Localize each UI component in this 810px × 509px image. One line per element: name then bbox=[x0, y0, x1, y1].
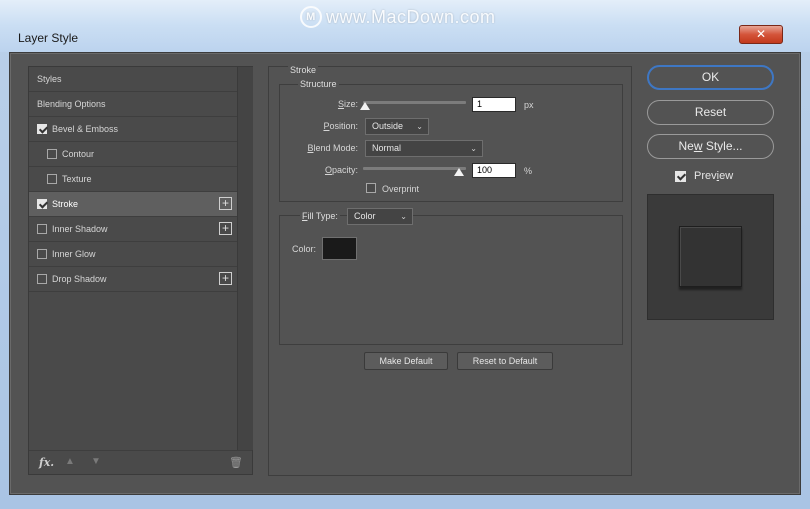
reset-to-default-button[interactable]: Reset to Default bbox=[457, 352, 553, 370]
styles-item-label: Styles bbox=[37, 74, 62, 84]
position-label: Position: bbox=[323, 121, 358, 131]
watermark-text: www.MacDown.com bbox=[326, 6, 496, 27]
structure-group-title: Structure bbox=[298, 79, 339, 89]
preview-label-pre: Prev bbox=[694, 170, 717, 182]
opacity-slider-track[interactable] bbox=[363, 167, 466, 170]
styles-item-label: Drop Shadow bbox=[52, 274, 107, 284]
styles-item-inner-glow[interactable]: Inner Glow bbox=[29, 242, 237, 267]
position-select[interactable]: Outside ⌄ bbox=[365, 118, 429, 135]
size-label: Size: bbox=[337, 99, 358, 109]
move-up-icon[interactable]: ▲ bbox=[65, 456, 75, 467]
styles-item-styles[interactable]: Styles bbox=[29, 67, 237, 92]
close-icon: ✕ bbox=[755, 27, 767, 41]
stroke-group-title: Stroke bbox=[288, 65, 319, 75]
inner-shadow-checkbox[interactable] bbox=[37, 224, 47, 234]
add-drop-shadow-plus-icon[interactable]: + bbox=[219, 272, 232, 285]
styles-item-contour[interactable]: Contour bbox=[29, 142, 237, 167]
styles-list: Styles Blending Options Bevel & Emboss C… bbox=[29, 67, 237, 450]
opacity-label: Opacity: bbox=[324, 165, 358, 175]
close-button[interactable]: ✕ bbox=[739, 25, 783, 44]
window-title: Layer Style bbox=[18, 31, 79, 45]
preview-label-post: ew bbox=[719, 170, 734, 182]
watermark-logo: M bbox=[300, 6, 322, 28]
contour-checkbox[interactable] bbox=[47, 149, 57, 159]
styles-item-bevel-emboss[interactable]: Bevel & Emboss bbox=[29, 117, 237, 142]
fx-dot: . bbox=[50, 456, 55, 469]
size-slider-thumb[interactable] bbox=[360, 102, 370, 110]
trash-icon[interactable]: 🗑 bbox=[229, 456, 243, 469]
ok-button[interactable]: OK bbox=[647, 65, 774, 90]
add-stroke-plus-icon[interactable]: + bbox=[219, 197, 232, 210]
reset-button[interactable]: Reset bbox=[647, 100, 774, 125]
texture-checkbox[interactable] bbox=[47, 174, 57, 184]
window-frame: M www.MacDown.com Layer Style ✕ Styles B… bbox=[0, 0, 810, 509]
blend-mode-label: Blend Mode: bbox=[307, 143, 358, 153]
bevel-emboss-checkbox[interactable] bbox=[37, 124, 47, 134]
styles-item-blending-options[interactable]: Blending Options bbox=[29, 92, 237, 117]
styles-panel: Styles Blending Options Bevel & Emboss C… bbox=[28, 66, 253, 475]
move-down-icon[interactable]: ▼ bbox=[91, 456, 101, 467]
size-input[interactable]: 1 bbox=[472, 97, 516, 112]
new-style-label-pre: Ne bbox=[678, 139, 694, 153]
fx-icon[interactable]: fx. bbox=[39, 456, 54, 469]
styles-item-drop-shadow[interactable]: Drop Shadow + bbox=[29, 267, 237, 292]
chevron-down-icon: ⌄ bbox=[416, 122, 423, 131]
chevron-down-icon: ⌄ bbox=[400, 212, 407, 221]
fill-type-select[interactable]: Color ⌄ bbox=[347, 208, 413, 225]
dialog-body: Styles Blending Options Bevel & Emboss C… bbox=[9, 52, 801, 495]
styles-item-label: Inner Glow bbox=[52, 249, 96, 259]
drop-shadow-checkbox[interactable] bbox=[37, 274, 47, 284]
styles-item-label: Bevel & Emboss bbox=[52, 124, 119, 134]
styles-list-scrollbar[interactable] bbox=[237, 67, 253, 450]
make-default-button[interactable]: Make Default bbox=[364, 352, 448, 370]
position-value: Outside bbox=[372, 121, 404, 131]
new-style-label-post: Style... bbox=[702, 139, 743, 153]
watermark: M www.MacDown.com bbox=[300, 6, 496, 28]
styles-item-stroke[interactable]: Stroke + bbox=[29, 192, 237, 217]
stroke-panel: Stroke Structure Size: 1 px Position: Ou… bbox=[268, 65, 632, 476]
style-preview bbox=[647, 194, 774, 320]
styles-item-texture[interactable]: Texture bbox=[29, 167, 237, 192]
stroke-color-swatch[interactable] bbox=[322, 237, 357, 260]
fill-type-value: Color bbox=[354, 211, 376, 221]
styles-footer: fx. ▲ ▼ 🗑 bbox=[29, 450, 252, 474]
size-unit: px bbox=[524, 100, 534, 110]
blend-mode-select[interactable]: Normal ⌄ bbox=[365, 140, 483, 157]
overprint-checkbox[interactable] bbox=[366, 183, 376, 193]
styles-item-label: Texture bbox=[62, 174, 92, 184]
preview-thumbnail bbox=[679, 226, 742, 287]
opacity-slider-thumb[interactable] bbox=[454, 168, 464, 176]
styles-item-label: Blending Options bbox=[37, 99, 106, 109]
fill-type-label: Fill Type: bbox=[300, 211, 340, 221]
opacity-input[interactable]: 100 bbox=[472, 163, 516, 178]
color-label: Color: bbox=[292, 244, 317, 254]
styles-item-label: Inner Shadow bbox=[52, 224, 108, 234]
structure-group: Structure Size: 1 px Position: Outside ⌄… bbox=[279, 79, 623, 202]
new-style-label-underlined: w bbox=[693, 139, 703, 153]
overprint-label: Overprint bbox=[382, 184, 420, 194]
stroke-checkbox[interactable] bbox=[37, 199, 47, 209]
size-slider-track[interactable] bbox=[363, 101, 466, 104]
fx-label: fx bbox=[39, 456, 51, 469]
chevron-down-icon: ⌄ bbox=[470, 144, 477, 153]
opacity-unit: % bbox=[524, 166, 533, 176]
styles-item-inner-shadow[interactable]: Inner Shadow + bbox=[29, 217, 237, 242]
styles-item-label: Stroke bbox=[52, 199, 79, 209]
add-inner-shadow-plus-icon[interactable]: + bbox=[219, 222, 232, 235]
title-bar[interactable]: M www.MacDown.com Layer Style ✕ bbox=[0, 0, 810, 52]
blend-mode-value: Normal bbox=[372, 143, 402, 153]
preview-checkbox[interactable] bbox=[675, 171, 686, 182]
styles-item-label: Contour bbox=[62, 149, 95, 159]
inner-glow-checkbox[interactable] bbox=[37, 249, 47, 259]
new-style-button[interactable]: New Style... bbox=[647, 134, 774, 159]
fill-type-group: Fill Type: Color ⌄ Color: bbox=[279, 208, 623, 345]
preview-label: Preview bbox=[694, 170, 733, 182]
